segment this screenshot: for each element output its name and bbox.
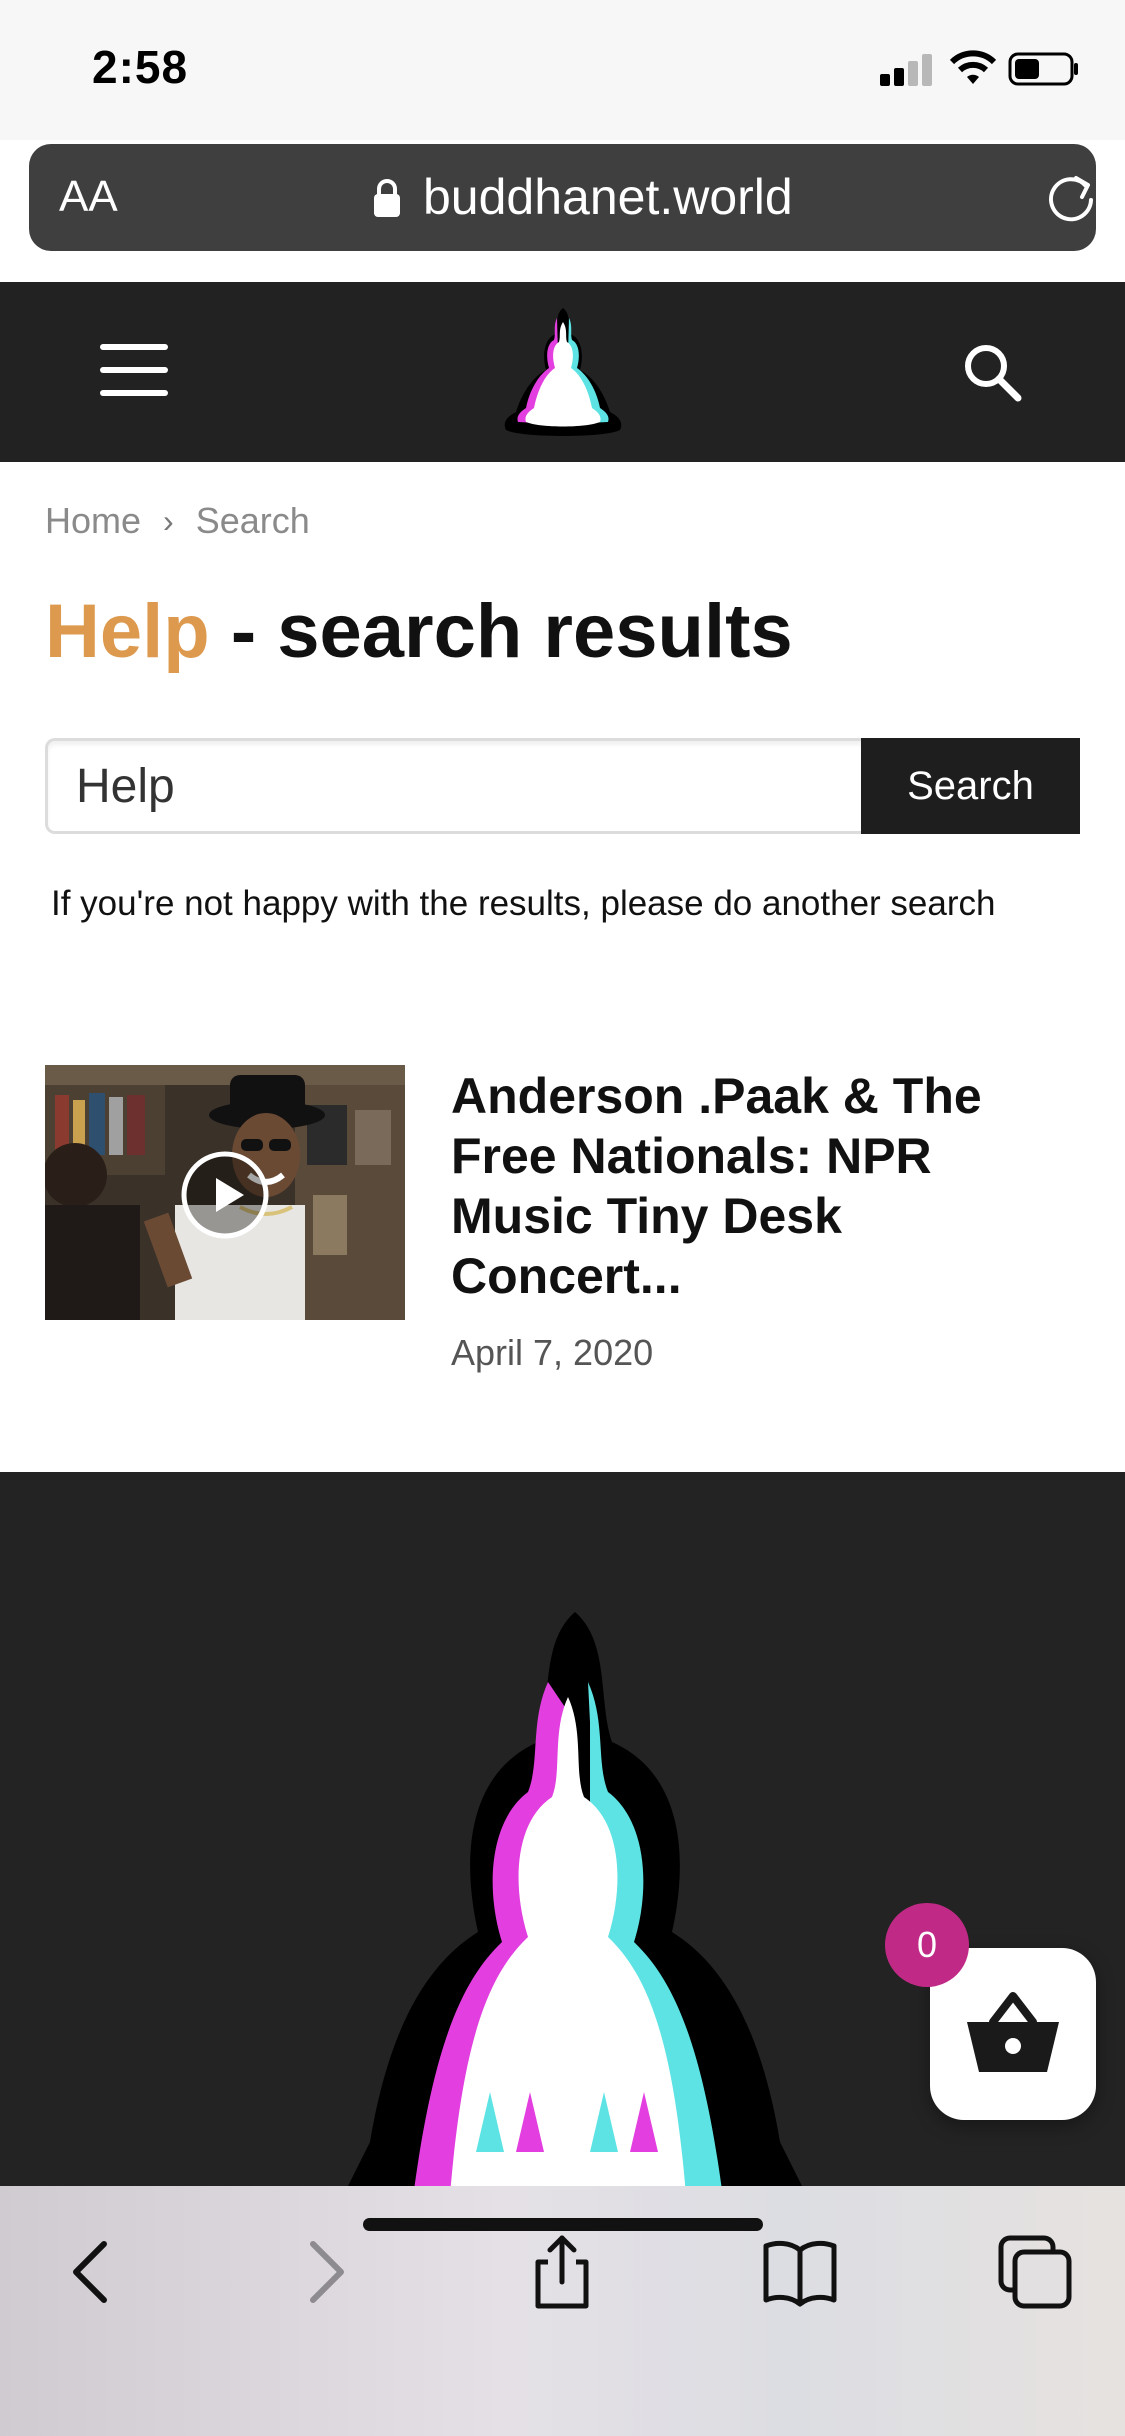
breadcrumb-separator: › xyxy=(163,502,174,539)
result-date: April 7, 2020 xyxy=(451,1332,654,1373)
url-text[interactable]: buddhanet.world xyxy=(423,168,793,226)
page-title-suffix: - search results xyxy=(209,589,793,674)
bookmarks-icon[interactable] xyxy=(760,2232,840,2312)
page-title-query: Help xyxy=(45,589,210,674)
cart-count-badge: 0 xyxy=(885,1903,969,1987)
wifi-icon xyxy=(949,50,997,84)
search-button[interactable]: Search xyxy=(861,738,1080,834)
address-bar[interactable]: AA buddhanet.world xyxy=(29,144,1096,251)
text-size-label: AA xyxy=(59,172,118,221)
page-title: Help - search results xyxy=(45,588,793,675)
buddha-logo-icon[interactable] xyxy=(500,304,626,444)
forward-icon[interactable] xyxy=(285,2232,365,2312)
search-input[interactable] xyxy=(45,738,863,834)
cellular-signal-icon xyxy=(880,52,934,86)
status-time: 2:58 xyxy=(92,41,189,93)
result-title-link[interactable]: Anderson .Paak & The Free Nationals: NPR… xyxy=(451,1066,1071,1306)
menu-button[interactable] xyxy=(100,344,168,396)
breadcrumb-home-link[interactable]: Home xyxy=(45,500,141,542)
status-bar: 2:58 xyxy=(0,0,1125,140)
search-hint: If you're not happy with the results, pl… xyxy=(51,884,996,923)
home-indicator xyxy=(363,2218,763,2231)
tabs-icon[interactable] xyxy=(995,2232,1075,2312)
search-icon[interactable] xyxy=(960,340,1024,404)
buddha-footer-logo-icon xyxy=(345,1612,805,2192)
lock-icon xyxy=(374,179,400,217)
share-icon[interactable] xyxy=(522,2232,602,2312)
breadcrumb-current: Search xyxy=(195,500,310,541)
breadcrumb: Home › Search xyxy=(45,500,310,542)
result-thumbnail[interactable] xyxy=(45,1065,405,1320)
battery-icon xyxy=(1008,52,1078,86)
reload-icon[interactable] xyxy=(1042,168,1100,226)
text-size-button[interactable]: AA xyxy=(59,172,118,222)
play-icon[interactable] xyxy=(180,1150,270,1240)
site-header xyxy=(0,282,1125,462)
basket-icon xyxy=(967,1992,1059,2072)
back-icon[interactable] xyxy=(52,2232,132,2312)
